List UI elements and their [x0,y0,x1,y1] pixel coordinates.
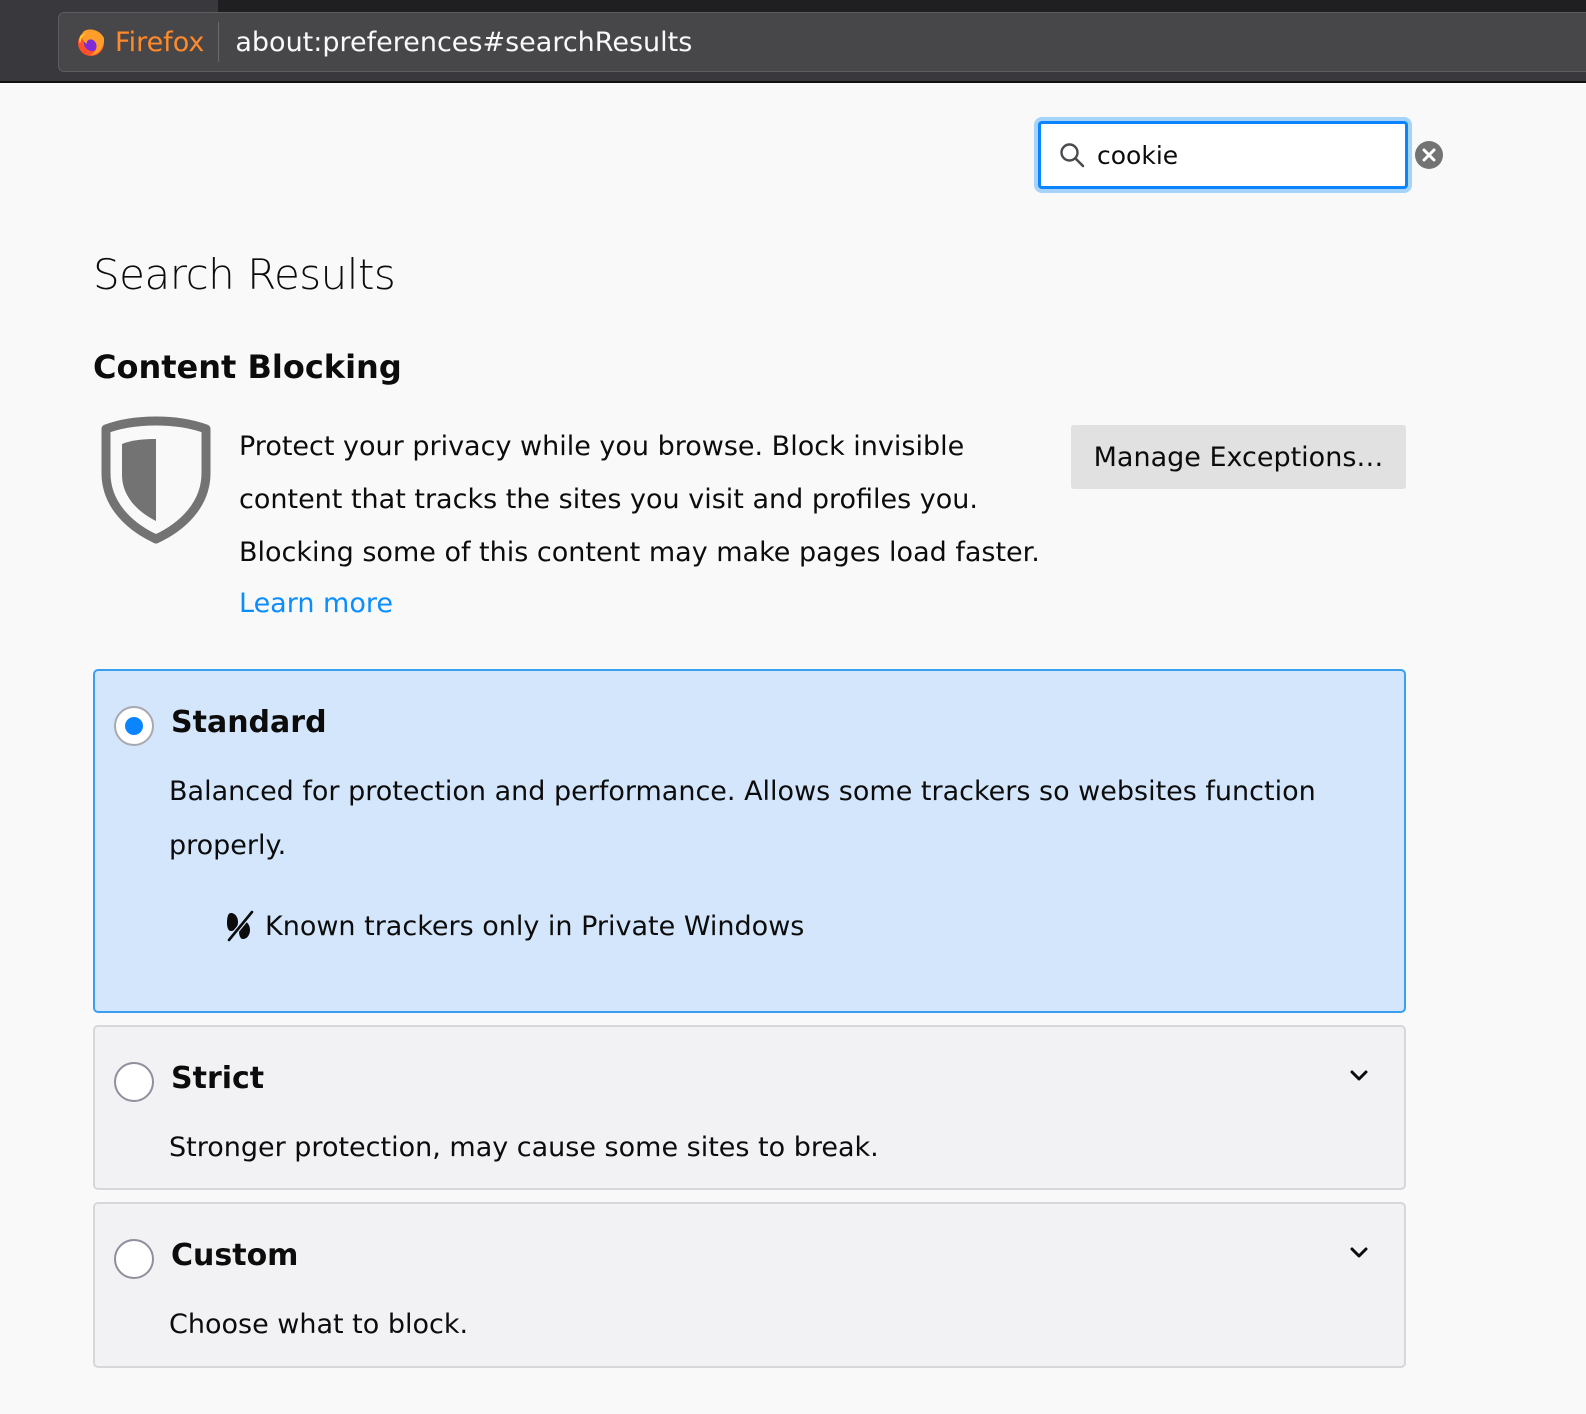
preferences-search-box[interactable] [1038,121,1443,189]
option-description-strict: Stronger protection, may cause some site… [169,1132,879,1163]
radio-custom[interactable] [114,1239,154,1279]
option-label-strict: Strict [171,1061,265,1096]
preferences-search-focus-ring [1034,117,1443,193]
tracker-note: Known trackers only in Private Windows [225,909,804,943]
option-card-standard[interactable]: Standard Balanced for protection and per… [93,669,1406,1013]
chevron-down-icon[interactable] [1348,1065,1370,1087]
url-bar[interactable]: Firefox about:preferences#searchResults [58,12,1586,72]
radio-standard[interactable] [114,706,154,746]
learn-more-link[interactable]: Learn more [239,580,393,628]
option-label-custom: Custom [171,1238,299,1273]
content-blocking-description: Protect your privacy while you browse. B… [239,431,1040,568]
browser-name: Firefox [115,26,205,58]
browser-toolbar: Firefox about:preferences#searchResults [0,0,1586,83]
url-text[interactable]: about:preferences#searchResults [235,27,692,58]
content-blocking-heading: Content Blocking [93,348,402,386]
identity-box[interactable]: Firefox [59,22,220,62]
tab-strip [218,0,1586,12]
tracker-note-text: Known trackers only in Private Windows [265,910,805,942]
option-description-standard: Balanced for protection and performance.… [169,776,1316,861]
manage-exceptions-button[interactable]: Manage Exceptions… [1071,425,1406,489]
option-description-custom: Choose what to block. [169,1309,469,1340]
tracker-blocked-icon [227,910,254,942]
option-card-custom[interactable]: Custom Choose what to block. [93,1202,1406,1368]
shield-icon [101,416,211,544]
search-icon [1060,143,1085,168]
search-input[interactable] [1097,140,1414,170]
chevron-down-icon[interactable] [1348,1242,1370,1264]
page-title: Search Results [93,250,396,299]
option-label-standard: Standard [171,705,327,740]
firefox-logo-icon [78,29,105,56]
radio-strict[interactable] [114,1062,154,1102]
clear-icon[interactable] [1414,140,1444,170]
option-card-strict[interactable]: Strict Stronger protection, may cause so… [93,1025,1406,1190]
